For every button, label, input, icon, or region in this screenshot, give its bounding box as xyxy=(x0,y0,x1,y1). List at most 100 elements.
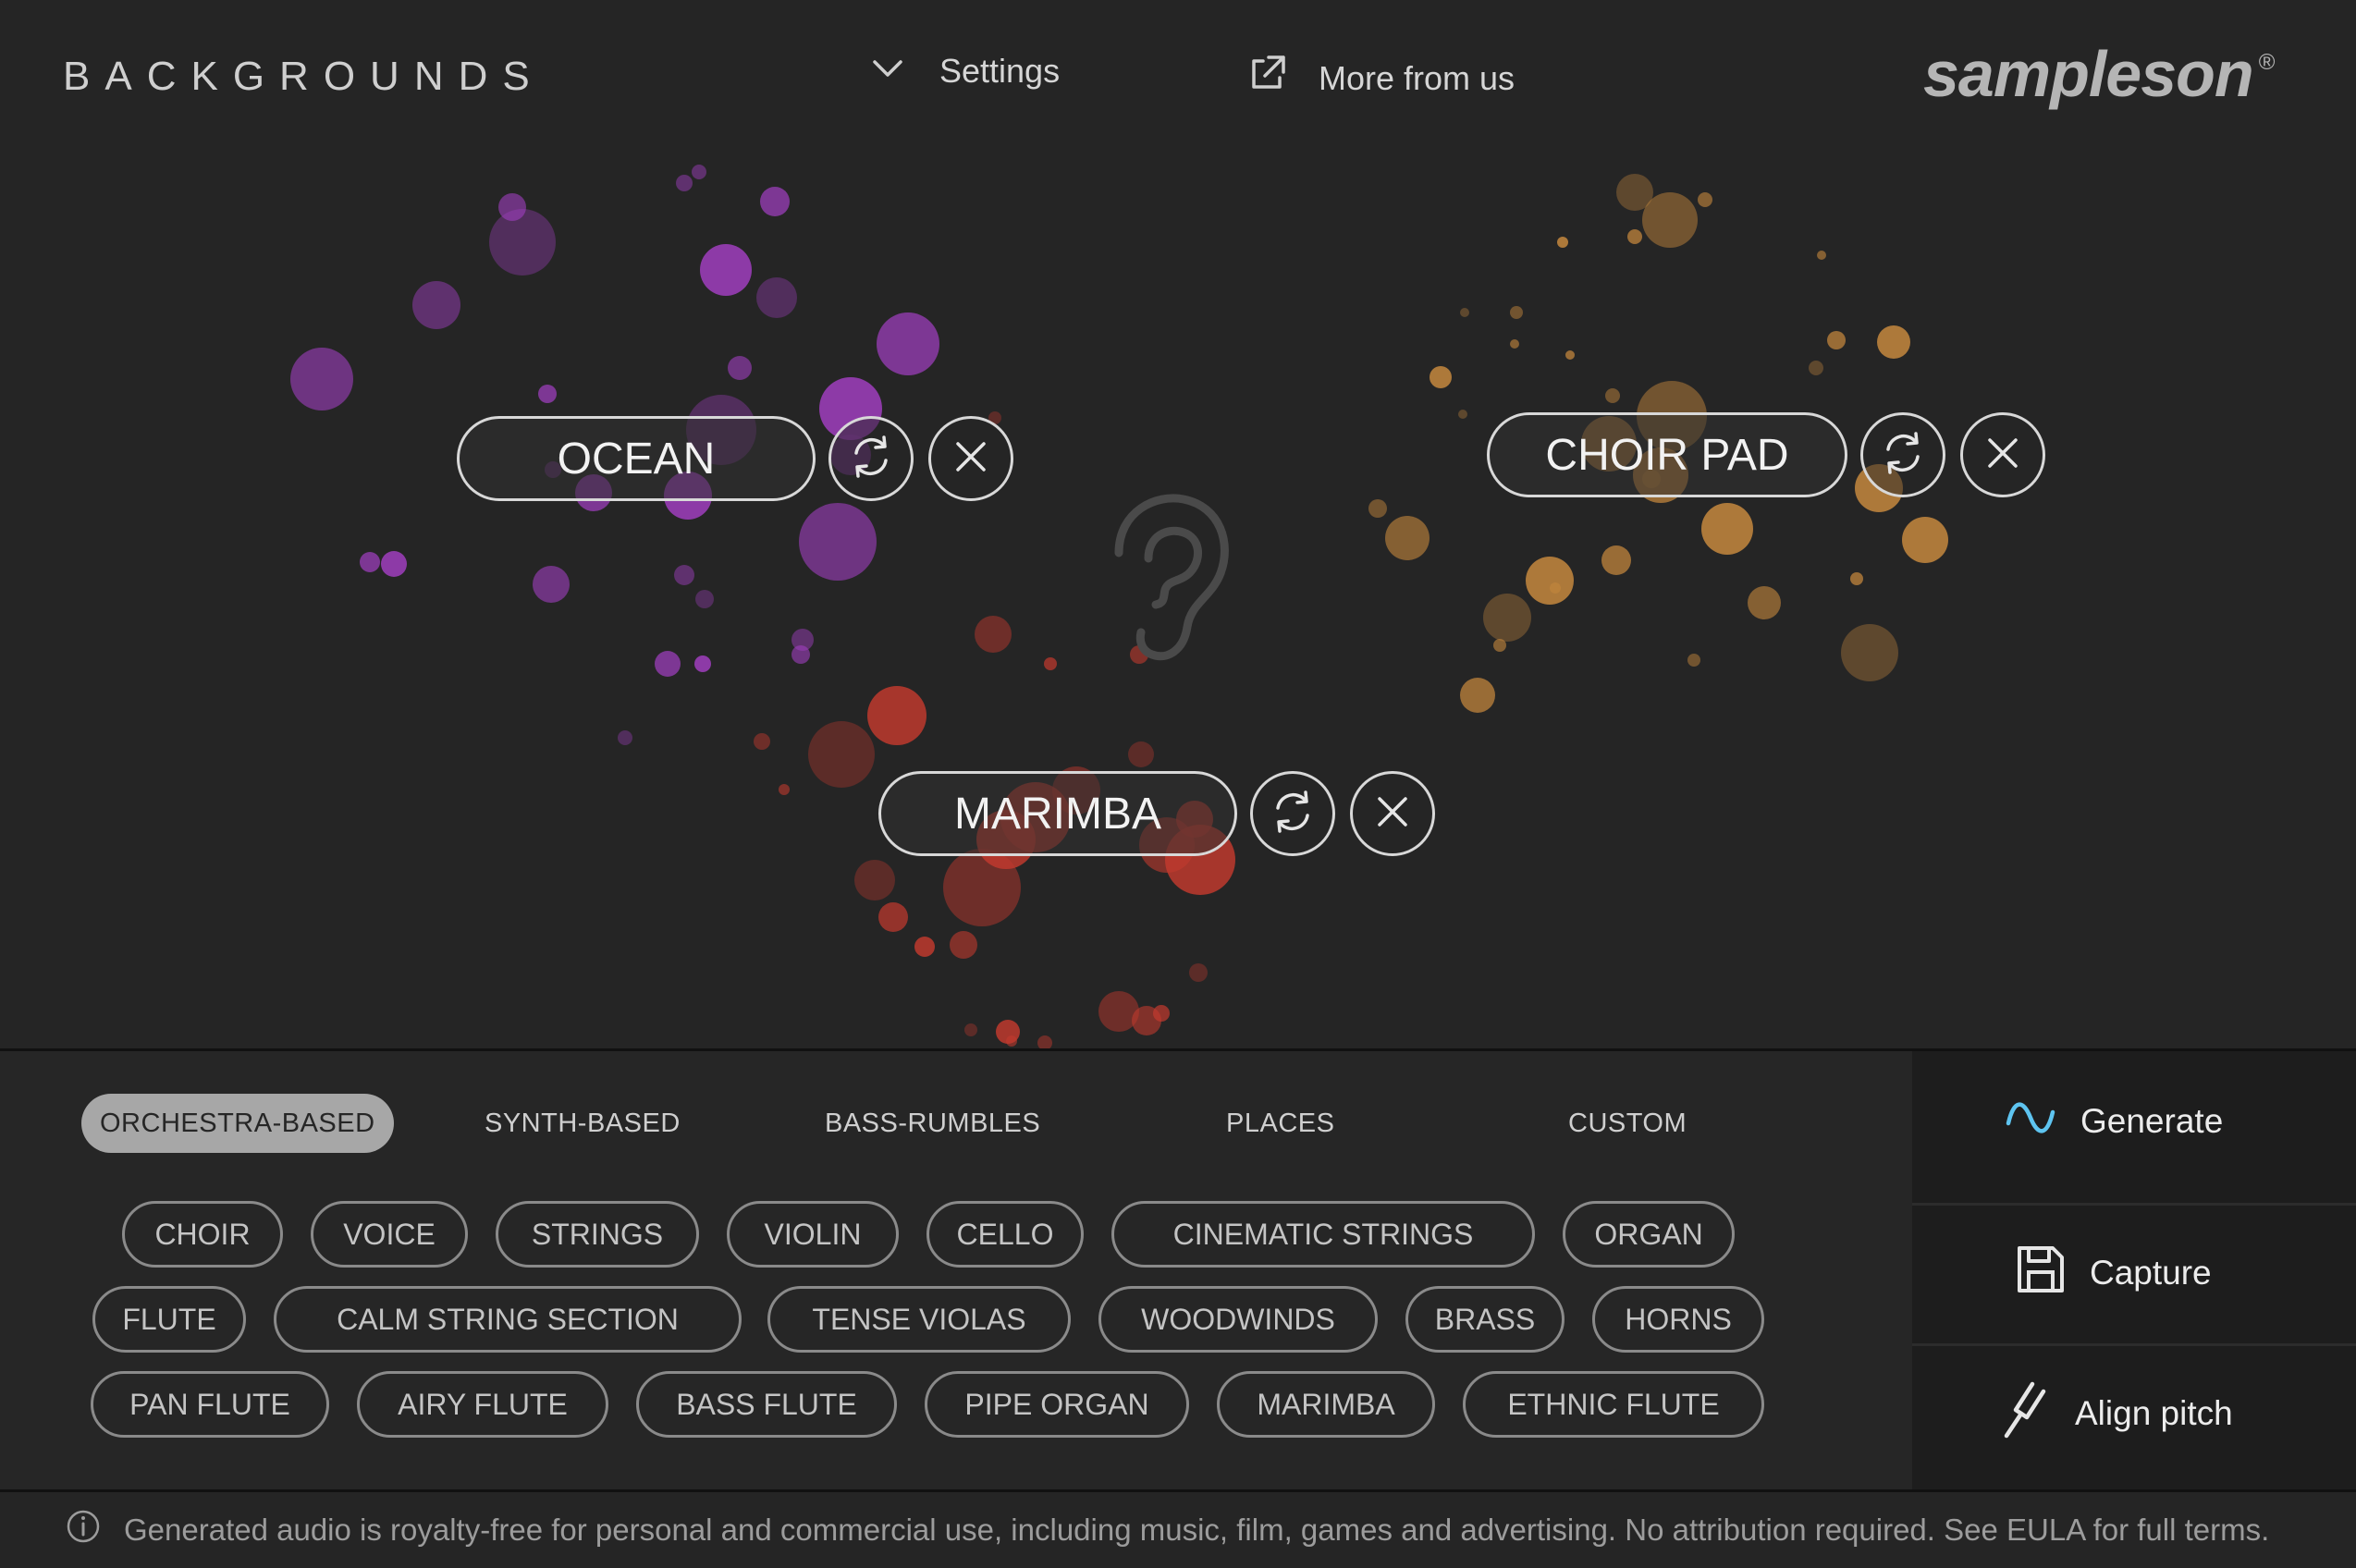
generate-button[interactable]: Generate xyxy=(1912,1088,2356,1155)
particle-dot xyxy=(1006,1035,1017,1047)
capture-label: Capture xyxy=(2090,1254,2212,1292)
particle-dot xyxy=(1458,410,1467,419)
particle-dot xyxy=(1698,192,1712,207)
particle-dot xyxy=(1841,624,1898,681)
generate-label: Generate xyxy=(2080,1102,2224,1140)
particle-dot xyxy=(779,784,790,795)
particle-dot xyxy=(1627,229,1642,244)
tab-orchestra-based[interactable]: ORCHESTRA-BASED xyxy=(81,1094,394,1153)
sound-chip-choir[interactable]: CHOIR xyxy=(122,1201,283,1268)
particle-dot xyxy=(878,902,908,932)
footer-text: Generated audio is royalty-free for pers… xyxy=(124,1513,2270,1547)
more-from-us-link[interactable]: More from us xyxy=(1246,54,1515,103)
particle-dot xyxy=(943,849,1021,926)
sampleson-logo[interactable]: sampleson ® xyxy=(1923,37,2275,111)
particle-dot xyxy=(1601,545,1631,575)
refresh-choir-pad-button[interactable] xyxy=(1860,412,1945,497)
particle-dot xyxy=(538,385,557,403)
particle-dot xyxy=(914,937,935,957)
particle-dot xyxy=(854,860,895,900)
sound-chip-pipe-organ[interactable]: PIPE ORGAN xyxy=(925,1371,1189,1438)
remove-marimba-button[interactable] xyxy=(1350,771,1435,856)
particle-dot xyxy=(498,193,526,221)
sound-chip-cinematic-strings[interactable]: CINEMATIC STRINGS xyxy=(1111,1201,1535,1268)
refresh-icon xyxy=(847,433,895,485)
sound-chip-tense-violas[interactable]: TENSE VIOLAS xyxy=(767,1286,1071,1353)
sound-chip-flute[interactable]: FLUTE xyxy=(92,1286,246,1353)
particle-dot xyxy=(412,281,460,329)
sound-chip-woodwinds[interactable]: WOODWINDS xyxy=(1098,1286,1378,1353)
sound-chip-strings[interactable]: STRINGS xyxy=(496,1201,699,1268)
particle-dot xyxy=(975,616,1012,653)
sound-chip-airy-flute[interactable]: AIRY FLUTE xyxy=(357,1371,608,1438)
chevron-down-icon xyxy=(869,52,906,91)
sound-chip-horns[interactable]: HORNS xyxy=(1592,1286,1764,1353)
particle-dot xyxy=(1493,639,1506,652)
particle-dot xyxy=(1850,572,1863,585)
particle-dot xyxy=(799,503,877,581)
particle-dot xyxy=(655,651,681,677)
action-panel: Generate Capture Align pitch xyxy=(1912,1051,2356,1489)
ear-icon xyxy=(1091,488,1239,678)
particle-dot xyxy=(950,931,977,959)
refresh-marimba-button[interactable] xyxy=(1250,771,1335,856)
sound-chip-brass[interactable]: BRASS xyxy=(1405,1286,1565,1353)
sound-chip-pan-flute[interactable]: PAN FLUTE xyxy=(91,1371,329,1438)
align-pitch-button[interactable]: Align pitch xyxy=(1912,1366,2356,1462)
tuning-fork-icon xyxy=(2001,1380,2049,1448)
external-link-icon xyxy=(1246,54,1287,103)
sound-chip-violin[interactable]: VIOLIN xyxy=(727,1201,899,1268)
particle-dot xyxy=(1368,499,1387,518)
particle-dot xyxy=(695,590,714,608)
sound-chip-calm-string-section[interactable]: CALM STRING SECTION xyxy=(274,1286,742,1353)
tab-custom[interactable]: CUSTOM xyxy=(1550,1094,1705,1153)
particle-dot xyxy=(1748,586,1781,619)
layer-pill-marimba[interactable]: MARIMBA xyxy=(878,771,1237,856)
particle-dot xyxy=(1550,582,1561,594)
sound-layers-canvas: OCEAN CHOIR PAD MARIMBA xyxy=(0,129,2356,1048)
particle-dot xyxy=(1902,517,1948,563)
sound-chip-bass-flute[interactable]: BASS FLUTE xyxy=(636,1371,897,1438)
particle-dot xyxy=(1642,192,1698,248)
particle-dot xyxy=(676,175,693,191)
particle-dot xyxy=(1809,361,1823,375)
particle-dot xyxy=(692,165,706,179)
particle-dot xyxy=(1557,237,1568,248)
layer-pill-ocean[interactable]: OCEAN xyxy=(457,416,816,501)
particle-dot xyxy=(808,721,875,788)
align-pitch-label: Align pitch xyxy=(2075,1394,2233,1432)
settings-menu[interactable]: Settings xyxy=(869,52,1060,91)
layer-pill-choir-pad[interactable]: CHOIR PAD xyxy=(1487,412,1847,497)
save-icon xyxy=(2014,1243,2068,1305)
sound-chip-voice[interactable]: VOICE xyxy=(311,1201,468,1268)
particle-dot xyxy=(1460,308,1469,317)
particle-dot xyxy=(381,551,407,577)
particle-dot xyxy=(1827,331,1846,349)
particle-dot xyxy=(1565,350,1575,360)
particle-dot xyxy=(290,348,353,410)
sound-chip-cello[interactable]: CELLO xyxy=(926,1201,1084,1268)
particle-dot xyxy=(1510,306,1523,319)
refresh-ocean-button[interactable] xyxy=(828,416,914,501)
footer-notice: Generated audio is royalty-free for pers… xyxy=(0,1492,2356,1568)
tab-synth-based[interactable]: SYNTH-BASED xyxy=(466,1094,699,1153)
sound-chip-organ[interactable]: ORGAN xyxy=(1563,1201,1735,1268)
remove-choir-pad-button[interactable] xyxy=(1960,412,2045,497)
particle-dot xyxy=(674,565,694,585)
remove-ocean-button[interactable] xyxy=(928,416,1013,501)
tab-places[interactable]: PLACES xyxy=(1208,1094,1353,1153)
app-title: BACKGROUNDS xyxy=(63,54,545,99)
particle-dot xyxy=(877,312,939,375)
info-icon xyxy=(65,1508,102,1552)
sound-chip-ethnic-flute[interactable]: ETHNIC FLUTE xyxy=(1463,1371,1764,1438)
particle-dot xyxy=(1877,325,1910,359)
capture-button[interactable]: Capture xyxy=(1912,1227,2356,1319)
action-divider xyxy=(1912,1343,2356,1346)
particle-dot xyxy=(1605,388,1620,403)
sound-library-panel: ORCHESTRA-BASED SYNTH-BASED BASS-RUMBLES… xyxy=(0,1051,1912,1489)
tab-bass-rumbles[interactable]: BASS-RUMBLES xyxy=(806,1094,1059,1153)
particle-dot xyxy=(1385,516,1430,560)
sound-chip-marimba[interactable]: MARIMBA xyxy=(1217,1371,1435,1438)
close-icon xyxy=(1372,791,1413,837)
particle-dot xyxy=(700,244,752,296)
